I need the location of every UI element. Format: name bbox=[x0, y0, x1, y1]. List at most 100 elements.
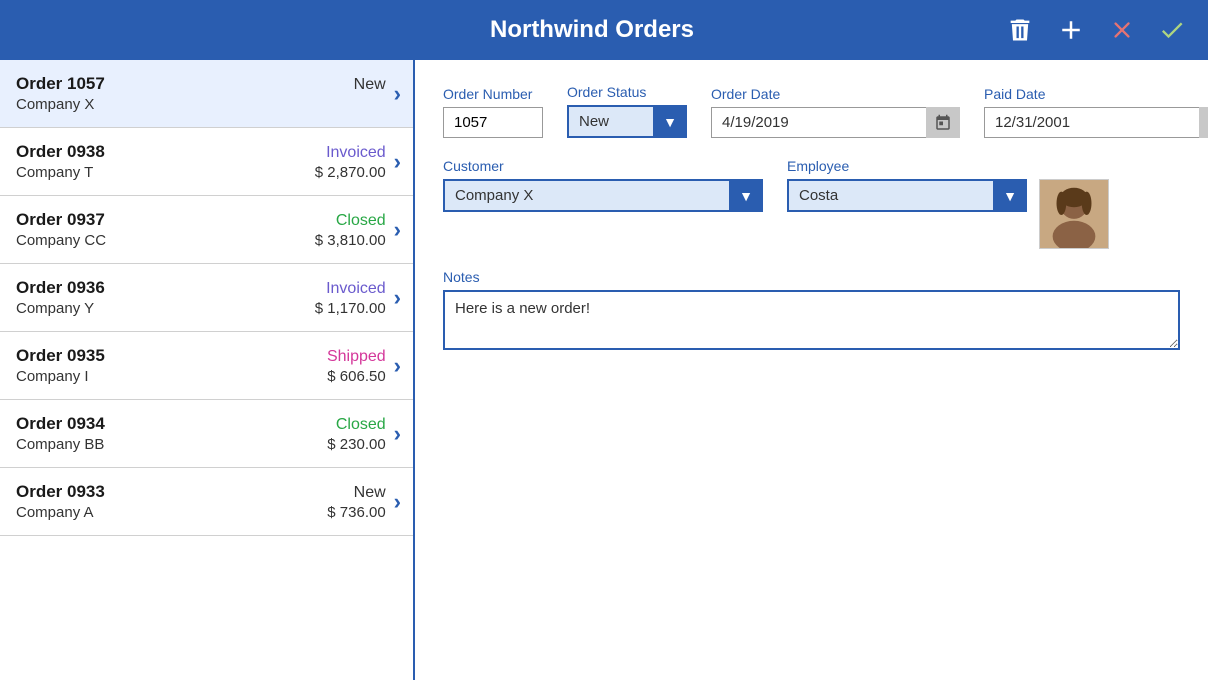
order-date-wrapper bbox=[711, 107, 960, 138]
form-row-1: Order Number Order Status NewInvoicedClo… bbox=[443, 84, 1180, 138]
order-arrow-icon: › bbox=[394, 81, 401, 107]
order-info: Order 1057 New Company X bbox=[16, 74, 386, 113]
order-status-group: Order Status NewInvoicedClosedShipped ▼ bbox=[567, 84, 687, 138]
order-top: Order 0934 Closed bbox=[16, 414, 386, 434]
order-status-label: Order Status bbox=[567, 84, 687, 100]
order-top: Order 0933 New bbox=[16, 482, 386, 502]
order-name: Order 0938 bbox=[16, 142, 105, 162]
order-company: Company BB bbox=[16, 436, 104, 453]
header: Northwind Orders bbox=[0, 0, 1208, 60]
order-arrow-icon: › bbox=[394, 149, 401, 175]
notes-group: Notes bbox=[443, 269, 1180, 350]
header-icons bbox=[1004, 13, 1188, 47]
order-arrow-icon: › bbox=[394, 285, 401, 311]
order-arrow-icon: › bbox=[394, 353, 401, 379]
customer-select[interactable]: Company XCompany TCompany CCCompany YCom… bbox=[443, 179, 763, 212]
order-company: Company T bbox=[16, 164, 93, 181]
order-info: Order 0933 New Company A $ 736.00 bbox=[16, 482, 386, 521]
paid-date-wrapper bbox=[984, 107, 1208, 138]
order-info: Order 0934 Closed Company BB $ 230.00 bbox=[16, 414, 386, 453]
employee-select[interactable]: CostaOther bbox=[787, 179, 1007, 212]
order-info: Order 0938 Invoiced Company T $ 2,870.00 bbox=[16, 142, 386, 181]
order-amount: $ 230.00 bbox=[327, 436, 385, 453]
order-item[interactable]: Order 1057 New Company X › bbox=[0, 60, 413, 128]
order-company: Company Y bbox=[16, 300, 94, 317]
order-bottom: Company CC $ 3,810.00 bbox=[16, 232, 386, 249]
order-status: Invoiced bbox=[326, 280, 386, 298]
order-item[interactable]: Order 0937 Closed Company CC $ 3,810.00 … bbox=[0, 196, 413, 264]
employee-label: Employee bbox=[787, 158, 1109, 174]
employee-photo bbox=[1039, 179, 1109, 249]
form-row-2: Customer Company XCompany TCompany CCCom… bbox=[443, 158, 1180, 249]
paid-date-input[interactable] bbox=[984, 107, 1208, 138]
order-amount: $ 3,810.00 bbox=[315, 232, 386, 249]
order-status: Shipped bbox=[327, 348, 386, 366]
order-status: Closed bbox=[336, 416, 386, 434]
customer-select-wrapper: Company XCompany TCompany CCCompany YCom… bbox=[443, 179, 763, 212]
order-bottom: Company BB $ 230.00 bbox=[16, 436, 386, 453]
paid-date-label: Paid Date bbox=[984, 86, 1208, 102]
order-info: Order 0935 Shipped Company I $ 606.50 bbox=[16, 346, 386, 385]
customer-group: Customer Company XCompany TCompany CCCom… bbox=[443, 158, 763, 212]
add-button[interactable] bbox=[1054, 13, 1088, 47]
delete-button[interactable] bbox=[1004, 14, 1036, 46]
order-number-input[interactable] bbox=[443, 107, 543, 138]
order-date-input[interactable] bbox=[711, 107, 960, 138]
notes-label: Notes bbox=[443, 269, 1180, 285]
order-amount: $ 606.50 bbox=[327, 368, 385, 385]
order-company: Company X bbox=[16, 96, 94, 113]
employee-row: CostaOther ▼ bbox=[787, 179, 1109, 249]
order-item[interactable]: Order 0934 Closed Company BB $ 230.00 › bbox=[0, 400, 413, 468]
order-info: Order 0936 Invoiced Company Y $ 1,170.00 bbox=[16, 278, 386, 317]
order-number-group: Order Number bbox=[443, 86, 543, 138]
order-company: Company A bbox=[16, 504, 94, 521]
notes-textarea[interactable] bbox=[443, 290, 1180, 350]
order-status-select-wrapper: NewInvoicedClosedShipped ▼ bbox=[567, 105, 687, 138]
order-status: Invoiced bbox=[326, 144, 386, 162]
app-title: Northwind Orders bbox=[180, 16, 1004, 44]
order-arrow-icon: › bbox=[394, 217, 401, 243]
confirm-button[interactable] bbox=[1156, 14, 1188, 46]
order-name: Order 0935 bbox=[16, 346, 105, 366]
order-item[interactable]: Order 0933 New Company A $ 736.00 › bbox=[0, 468, 413, 536]
order-item[interactable]: Order 0938 Invoiced Company T $ 2,870.00… bbox=[0, 128, 413, 196]
order-name: Order 0933 bbox=[16, 482, 105, 502]
detail-panel: Order Number Order Status NewInvoicedClo… bbox=[415, 60, 1208, 680]
order-top: Order 0935 Shipped bbox=[16, 346, 386, 366]
order-number-label: Order Number bbox=[443, 86, 543, 102]
order-bottom: Company Y $ 1,170.00 bbox=[16, 300, 386, 317]
order-top: Order 1057 New bbox=[16, 74, 386, 94]
app-container: Northwind Orders bbox=[0, 0, 1208, 680]
order-date-calendar-button[interactable] bbox=[926, 107, 960, 138]
employee-group: Employee CostaOther ▼ bbox=[787, 158, 1109, 249]
order-company: Company CC bbox=[16, 232, 106, 249]
order-name: Order 0937 bbox=[16, 210, 105, 230]
order-name: Order 1057 bbox=[16, 74, 105, 94]
order-amount: $ 736.00 bbox=[327, 504, 385, 521]
order-amount: $ 1,170.00 bbox=[315, 300, 386, 317]
paid-date-calendar-button[interactable] bbox=[1199, 107, 1208, 138]
order-status: New bbox=[354, 484, 386, 502]
order-top: Order 0937 Closed bbox=[16, 210, 386, 230]
paid-date-group: Paid Date bbox=[984, 86, 1208, 138]
main-content: Order 1057 New Company X › Order 0938 In… bbox=[0, 60, 1208, 680]
order-item[interactable]: Order 0936 Invoiced Company Y $ 1,170.00… bbox=[0, 264, 413, 332]
cancel-button[interactable] bbox=[1106, 14, 1138, 46]
order-info: Order 0937 Closed Company CC $ 3,810.00 bbox=[16, 210, 386, 249]
order-list[interactable]: Order 1057 New Company X › Order 0938 In… bbox=[0, 60, 415, 680]
order-status-select[interactable]: NewInvoicedClosedShipped bbox=[567, 105, 687, 138]
order-amount: $ 2,870.00 bbox=[315, 164, 386, 181]
order-date-group: Order Date bbox=[711, 86, 960, 138]
order-name: Order 0934 bbox=[16, 414, 105, 434]
order-bottom: Company I $ 606.50 bbox=[16, 368, 386, 385]
order-bottom: Company A $ 736.00 bbox=[16, 504, 386, 521]
order-status: New bbox=[354, 76, 386, 94]
order-arrow-icon: › bbox=[394, 421, 401, 447]
order-bottom: Company T $ 2,870.00 bbox=[16, 164, 386, 181]
order-top: Order 0938 Invoiced bbox=[16, 142, 386, 162]
order-item[interactable]: Order 0935 Shipped Company I $ 606.50 › bbox=[0, 332, 413, 400]
customer-label: Customer bbox=[443, 158, 763, 174]
order-company: Company I bbox=[16, 368, 89, 385]
order-status: Closed bbox=[336, 212, 386, 230]
order-arrow-icon: › bbox=[394, 489, 401, 515]
